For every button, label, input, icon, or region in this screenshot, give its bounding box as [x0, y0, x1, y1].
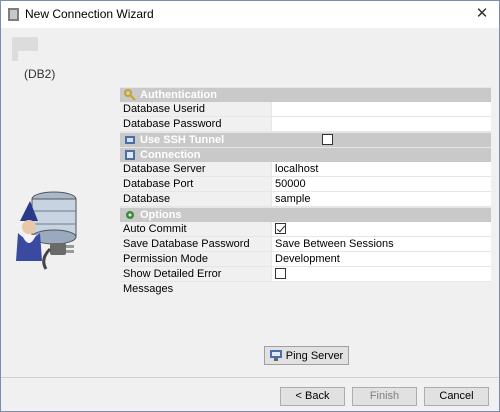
properties-grid: Authentication Database Userid Database … — [120, 87, 491, 295]
database-server-field[interactable]: localhost — [272, 162, 491, 176]
app-icon — [8, 8, 19, 21]
database-port-label: Database Port — [120, 177, 272, 191]
database-password-label: Database Password — [120, 117, 272, 131]
section-authentication-label: Authentication — [140, 89, 217, 101]
save-password-select[interactable]: Save Between Sessions — [272, 237, 491, 251]
database-label: Database — [120, 192, 272, 206]
auto-commit-cell — [272, 222, 491, 236]
row-save-password: Save Database Password Save Between Sess… — [120, 237, 491, 252]
cancel-button[interactable]: Cancel — [424, 387, 489, 406]
row-database-port: Database Port 50000 — [120, 177, 491, 192]
db-logo — [12, 37, 40, 63]
permission-mode-label: Permission Mode — [120, 252, 272, 266]
database-password-field[interactable] — [272, 117, 491, 131]
db-type-label: (DB2) — [24, 67, 56, 81]
row-database-server: Database Server localhost — [120, 162, 491, 177]
auto-commit-label: Auto Commit — [120, 222, 272, 236]
ping-icon — [269, 350, 282, 361]
wizard-window: New Connection Wizard ✕ (DB2) Authentica… — [0, 0, 500, 412]
ping-server-label: Ping Server — [285, 349, 344, 362]
row-auto-commit: Auto Commit — [120, 222, 491, 237]
section-options: Options — [120, 207, 491, 222]
wizard-database-icon — [16, 191, 77, 270]
section-ssh-tunnel: Use SSH Tunnel — [120, 132, 491, 147]
row-database-password: Database Password — [120, 117, 491, 132]
section-ssh-tunnel-label: Use SSH Tunnel — [140, 134, 225, 146]
title-bar: New Connection Wizard ✕ — [1, 1, 499, 28]
database-field[interactable]: sample — [272, 192, 491, 206]
close-icon[interactable]: ✕ — [471, 4, 493, 24]
row-detailed-errors: Show Detailed Error Messages — [120, 267, 491, 295]
back-button[interactable]: < Back — [280, 387, 345, 406]
section-authentication: Authentication — [120, 87, 491, 102]
ssh-tunnel-checkbox[interactable] — [322, 133, 334, 145]
key-icon — [124, 89, 136, 101]
database-server-label: Database Server — [120, 162, 272, 176]
footer-divider — [1, 377, 499, 378]
permission-mode-select[interactable]: Development — [272, 252, 491, 266]
section-connection: Connection — [120, 147, 491, 162]
database-userid-field[interactable] — [272, 102, 491, 116]
section-options-label: Options — [140, 209, 182, 221]
detailed-errors-label: Show Detailed Error Messages — [120, 267, 272, 295]
database-port-field[interactable]: 50000 — [272, 177, 491, 191]
row-database-userid: Database Userid — [120, 102, 491, 117]
ping-server-button[interactable]: Ping Server — [264, 346, 349, 365]
ssh-icon — [124, 134, 136, 146]
section-connection-label: Connection — [140, 149, 201, 161]
detailed-errors-cell — [272, 267, 491, 281]
database-userid-label: Database Userid — [120, 102, 272, 116]
detailed-errors-checkbox[interactable] — [275, 267, 286, 279]
save-password-label: Save Database Password — [120, 237, 272, 251]
auto-commit-checkbox[interactable] — [275, 222, 286, 234]
finish-button[interactable]: Finish — [352, 387, 417, 406]
window-title: New Connection Wizard — [25, 7, 154, 21]
row-database: Database sample — [120, 192, 491, 207]
connection-icon — [124, 149, 136, 161]
row-permission-mode: Permission Mode Development — [120, 252, 491, 267]
options-icon — [124, 209, 136, 221]
